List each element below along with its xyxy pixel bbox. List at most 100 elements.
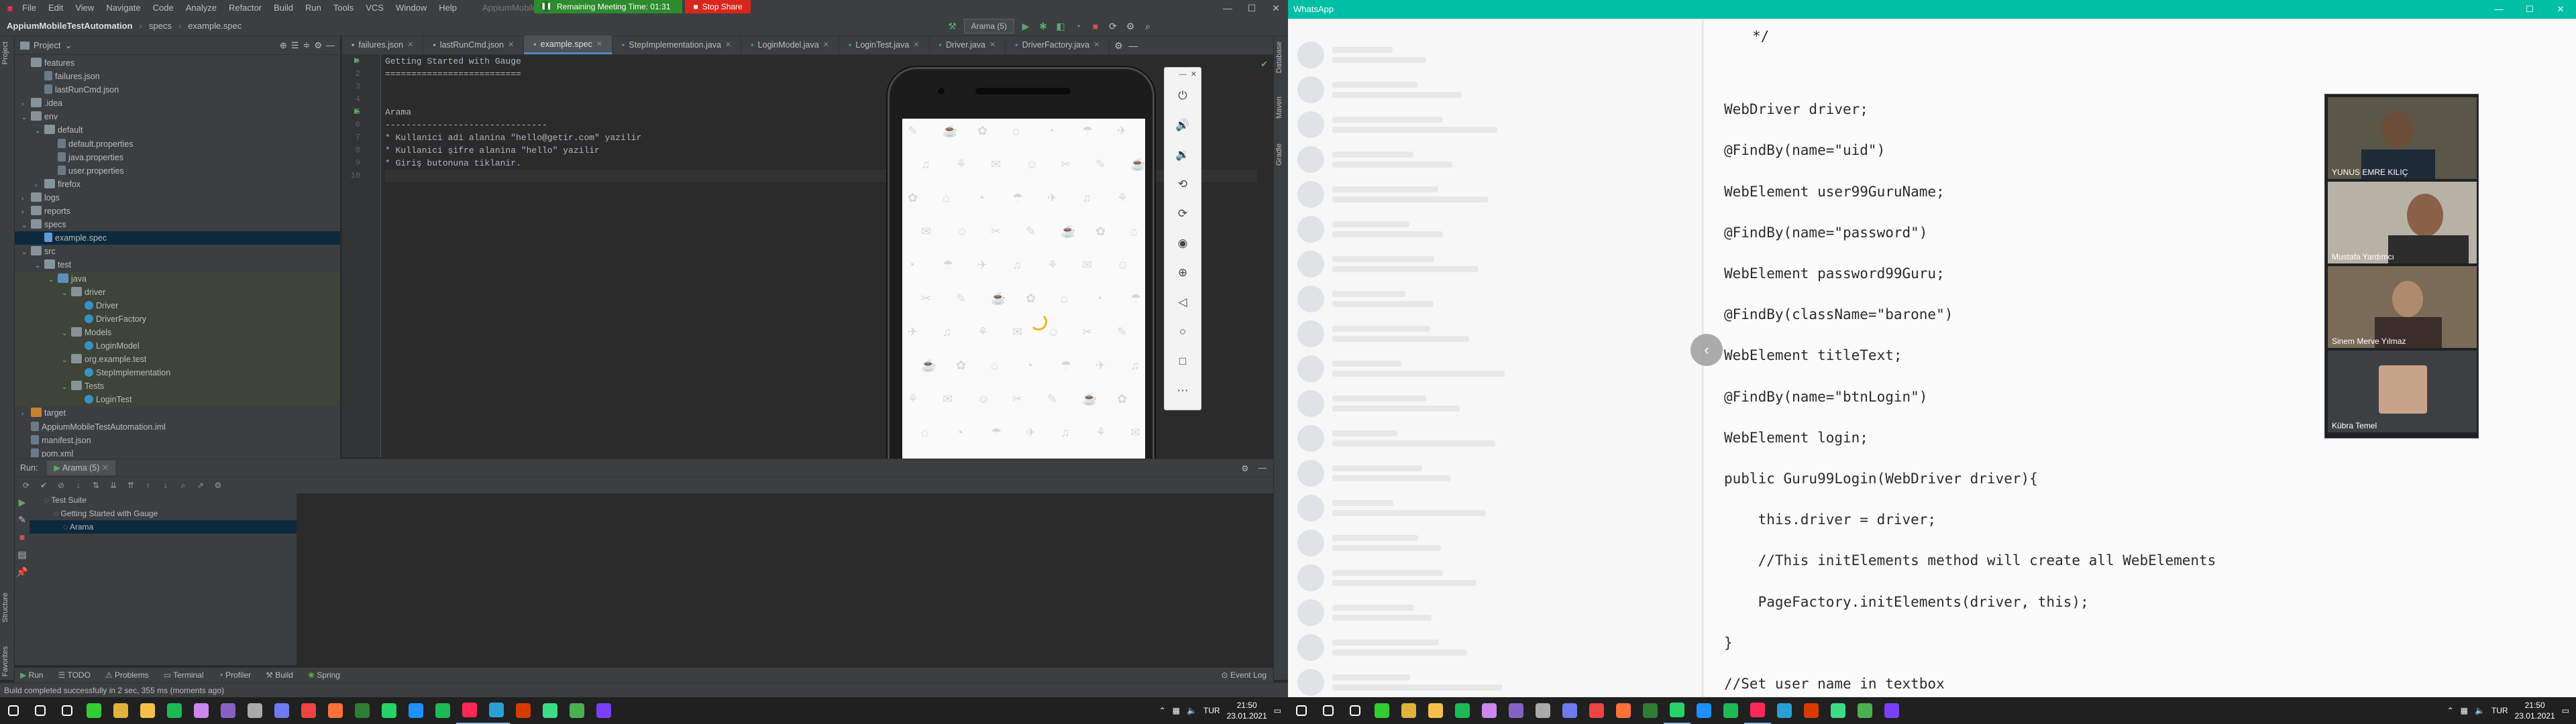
participant-tile[interactable]: YUNUS EMRE KILIÇ (2328, 97, 2477, 179)
tree-item[interactable]: ⌄ org.example.test (15, 353, 340, 367)
close-icon[interactable]: ✕ (2545, 0, 2576, 19)
tree-item[interactable]: › firefox (15, 178, 340, 191)
tree-item[interactable]: › .idea (15, 97, 340, 110)
tree-item[interactable]: LoginModel (15, 339, 340, 353)
tool-tab-database[interactable]: Database (1275, 42, 1283, 73)
taskbar-spotify-button[interactable] (1717, 697, 1744, 724)
tool-tab-favorites[interactable]: Favorites (1, 646, 9, 676)
tool-tab-gradle[interactable]: Gradle (1275, 143, 1283, 166)
update-icon[interactable]: ⟳ (1107, 20, 1119, 32)
taskbar-photos-button[interactable] (1476, 697, 1503, 724)
taskbar-folder-button[interactable] (107, 697, 134, 724)
breadcrumb-file[interactable]: example.spec (188, 21, 241, 31)
rerun-icon[interactable]: ⟳ (20, 479, 32, 491)
taskbar-chrome-button[interactable] (295, 697, 322, 724)
bottom-tab[interactable]: ❀ Spring (308, 670, 340, 680)
breadcrumb-project[interactable]: AppiumMobileTestAutomation (7, 21, 133, 31)
expand-arrow-icon[interactable]: ⌄ (35, 259, 44, 273)
taskbar-intellij-button[interactable] (1744, 697, 1771, 724)
menu-item-window[interactable]: Window (390, 0, 433, 16)
expand-arrow-icon[interactable]: ⌄ (62, 287, 71, 300)
taskbar-search-button[interactable] (1315, 697, 1342, 724)
coverage-icon[interactable]: ◧ (1055, 20, 1067, 32)
taskbar-edge-button[interactable] (402, 697, 429, 724)
taskbar-visual-studio-button[interactable] (1503, 697, 1529, 724)
minimize-icon[interactable]: — (2483, 0, 2514, 19)
chevron-up-icon[interactable]: ⌃ (2447, 706, 2454, 715)
chat-list-item[interactable] (1288, 247, 1702, 282)
participant-tile[interactable]: Sinem Merve Yılmaz (2328, 266, 2477, 348)
run-icon[interactable]: ▶ (1020, 20, 1032, 32)
back-arrow-icon[interactable]: ‹ (1690, 334, 1723, 366)
bottom-tab[interactable]: ▭ Terminal (164, 670, 204, 680)
chat-list-item[interactable] (1288, 142, 1702, 177)
tree-item[interactable]: manifest.json (15, 434, 340, 447)
volume-icon[interactable]: 🔈 (1187, 706, 1197, 715)
chat-list-item[interactable] (1288, 107, 1702, 142)
notification-icon[interactable]: ▭ (2562, 706, 2569, 715)
chat-list-item[interactable] (1288, 595, 1702, 630)
menu-item-refactor[interactable]: Refactor (223, 0, 268, 16)
taskbar-xbox-button[interactable] (80, 697, 107, 724)
taskbar-chrome-button[interactable] (1583, 697, 1610, 724)
close-tab-icon[interactable]: ✕ (407, 36, 413, 54)
hide-icon[interactable]: — (1258, 463, 1267, 473)
close-tab-icon[interactable]: ✕ (823, 36, 829, 54)
minimize-icon[interactable]: — (1179, 70, 1187, 78)
home-icon[interactable]: ○ (1165, 317, 1201, 347)
close-tab-icon[interactable]: ✕ (1093, 36, 1099, 54)
back-icon[interactable]: ◁ (1165, 288, 1201, 317)
notification-icon[interactable]: ▭ (1274, 706, 1281, 715)
bottom-tab[interactable]: ▶ Run (20, 670, 44, 680)
menu-item-help[interactable]: Help (433, 0, 463, 16)
bottom-tab[interactable]: ⚒ Build (266, 670, 293, 680)
expand-arrow-icon[interactable]: ⌄ (62, 381, 71, 394)
taskbar-emulator-button[interactable] (1851, 697, 1878, 724)
taskbar-spotify-button[interactable] (1449, 697, 1476, 724)
tree-item[interactable]: AppiumMobileTestAutomation.iml (15, 420, 340, 434)
zoom-icon[interactable]: ⊕ (1165, 258, 1201, 288)
taskbar-visual-studio-button[interactable] (215, 697, 241, 724)
expand-arrow-icon[interactable]: ⌄ (21, 219, 31, 233)
minimize-panel-icon[interactable]: — (1127, 40, 1139, 52)
run-gutter-icon[interactable]: ▶ (354, 56, 360, 64)
network-icon[interactable]: ▦ (2461, 706, 2468, 715)
tree-item[interactable]: ⌄ Models (15, 325, 340, 339)
run-tab[interactable]: ▶ Arama (5) ✕ (47, 461, 116, 475)
expand-arrow-icon[interactable]: ⌄ (48, 274, 58, 287)
tool-tab-project[interactable]: Project (1, 42, 9, 64)
menu-item-navigate[interactable]: Navigate (100, 0, 146, 16)
event-log-tab[interactable]: ⊙ Event Log (1222, 670, 1267, 680)
taskbar-file-explorer-button[interactable] (1422, 697, 1449, 724)
run-config-select[interactable]: Arama (5) (963, 19, 1014, 34)
collapse-arrow-icon[interactable]: › (21, 98, 31, 111)
expand-arrow-icon[interactable]: ⌄ (21, 111, 31, 125)
export-icon[interactable]: ⇗ (195, 479, 207, 491)
bottom-tab[interactable]: ◔ Profiler (219, 670, 252, 680)
expand-icon[interactable]: ≑ (303, 40, 310, 51)
volume-up-icon[interactable]: 🔊 (1165, 111, 1201, 140)
close-tab-icon[interactable]: ✕ (989, 36, 996, 54)
close-tab-icon[interactable]: ✕ (913, 36, 919, 54)
gear-icon[interactable]: ⚙ (314, 40, 322, 51)
taskbar-photos-button[interactable] (188, 697, 215, 724)
editor-tab[interactable]: ▪ Driver.java ✕ (930, 36, 1006, 54)
chat-list-item[interactable] (1288, 38, 1702, 72)
tree-item[interactable]: ⌄ java (15, 272, 340, 286)
taskbar-app-button[interactable] (268, 697, 295, 724)
editor-tab[interactable]: ▪ example.spec ✕ (524, 36, 612, 54)
maximize-icon[interactable]: ☐ (2514, 0, 2545, 19)
editor-tab[interactable]: ▪ DriverFactory.java ✕ (1006, 36, 1110, 54)
collapse-all-icon[interactable]: ⇈ (125, 479, 137, 491)
taskbar-task-view-button[interactable] (1342, 697, 1368, 724)
taskbar-meet-button[interactable] (1878, 697, 1905, 724)
tree-item[interactable]: ⌄ driver (15, 285, 340, 300)
taskbar-task-view-button[interactable] (54, 697, 80, 724)
gear-icon[interactable]: ⚙ (1112, 40, 1124, 52)
chat-list-item[interactable] (1288, 316, 1702, 351)
search-icon[interactable]: ⌕ (177, 479, 189, 491)
tree-item[interactable]: ⌄ specs (15, 218, 340, 231)
tree-item[interactable]: default.properties (15, 137, 340, 151)
tree-item[interactable]: pom.xml (15, 447, 340, 457)
tree-item[interactable]: features (15, 56, 340, 70)
